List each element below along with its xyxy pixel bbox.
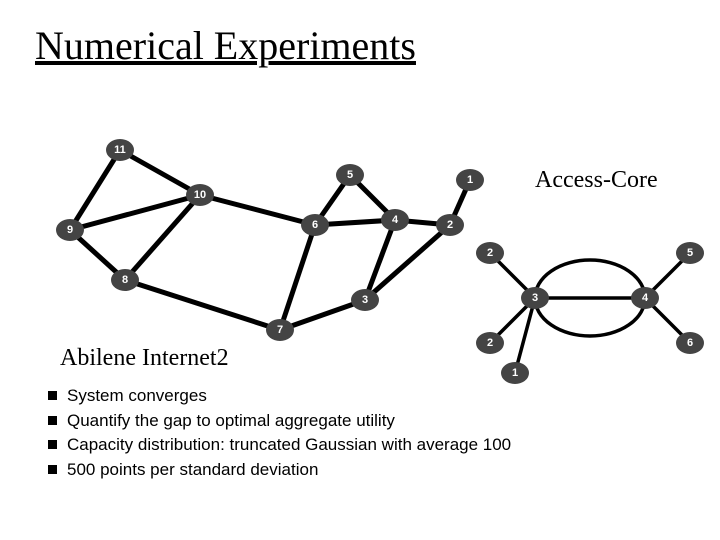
svg-text:3: 3 (532, 292, 538, 304)
bullet-text: Quantify the gap to optimal aggregate ut… (67, 409, 395, 434)
node-a3: 3 (521, 287, 549, 309)
node-9: 9 (56, 219, 84, 241)
bullet-icon (48, 391, 57, 400)
list-item: Capacity distribution: truncated Gaussia… (48, 433, 511, 458)
access-core-graph: 2 5 3 4 2 6 1 (475, 218, 705, 388)
node-a2-bot: 2 (476, 332, 504, 354)
node-5: 5 (336, 164, 364, 186)
node-1: 1 (456, 169, 484, 191)
access-core-label: Access-Core (535, 167, 658, 194)
svg-text:1: 1 (512, 367, 518, 379)
node-a2-top: 2 (476, 242, 504, 264)
node-a1: 1 (501, 362, 529, 384)
svg-text:2: 2 (487, 247, 493, 259)
svg-text:6: 6 (687, 337, 693, 349)
node-11: 11 (106, 139, 134, 161)
bullet-text: Capacity distribution: truncated Gaussia… (67, 433, 511, 458)
svg-text:5: 5 (347, 169, 353, 181)
svg-text:11: 11 (114, 144, 126, 156)
svg-text:4: 4 (642, 292, 649, 304)
svg-text:7: 7 (277, 324, 283, 336)
page-title: Numerical Experiments (35, 22, 416, 69)
bullet-list: System converges Quantify the gap to opt… (48, 384, 511, 483)
node-3: 3 (351, 289, 379, 311)
svg-text:5: 5 (687, 247, 693, 259)
bullet-text: System converges (67, 384, 207, 409)
svg-text:3: 3 (362, 294, 368, 306)
node-a5: 5 (676, 242, 704, 264)
svg-text:10: 10 (194, 189, 206, 201)
list-item: 500 points per standard deviation (48, 458, 511, 483)
svg-text:9: 9 (67, 224, 73, 236)
bullet-icon (48, 440, 57, 449)
svg-text:2: 2 (447, 219, 453, 231)
abilene-graph: 11 10 9 8 7 6 5 4 3 2 1 (30, 120, 490, 350)
bullet-text: 500 points per standard deviation (67, 458, 318, 483)
node-a4: 4 (631, 287, 659, 309)
svg-text:2: 2 (487, 337, 493, 349)
bullet-icon (48, 465, 57, 474)
svg-text:6: 6 (312, 219, 318, 231)
node-8: 8 (111, 269, 139, 291)
svg-text:1: 1 (467, 174, 473, 186)
node-4: 4 (381, 209, 409, 231)
node-10: 10 (186, 184, 214, 206)
node-6: 6 (301, 214, 329, 236)
node-2: 2 (436, 214, 464, 236)
svg-text:8: 8 (122, 274, 128, 286)
svg-text:4: 4 (392, 214, 399, 226)
abilene-label: Abilene Internet2 (60, 345, 229, 372)
node-a6: 6 (676, 332, 704, 354)
bullet-icon (48, 416, 57, 425)
list-item: System converges (48, 384, 511, 409)
node-7: 7 (266, 319, 294, 341)
list-item: Quantify the gap to optimal aggregate ut… (48, 409, 511, 434)
